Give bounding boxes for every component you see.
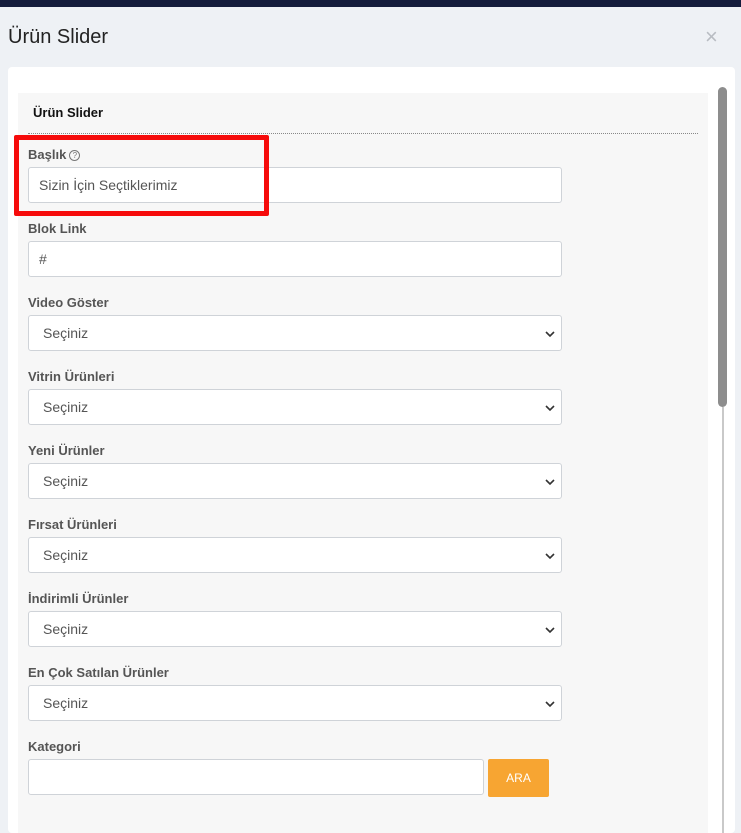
divider: [28, 133, 698, 134]
scrollbar-thumb[interactable]: [718, 87, 727, 407]
yeni-urunler-select[interactable]: Seçiniz: [28, 463, 562, 499]
yeni-urunler-label: Yeni Ürünler: [28, 443, 105, 458]
top-bar: [0, 0, 741, 7]
kategori-input[interactable]: [28, 759, 484, 795]
ara-button[interactable]: ARA: [488, 759, 549, 797]
indirimli-urunler-value: Seçiniz: [43, 621, 89, 637]
firsat-urunleri-label: Fırsat Ürünleri: [28, 517, 117, 532]
video-goster-label: Video Göster: [28, 295, 109, 310]
chevron-down-icon: [545, 612, 555, 646]
chevron-down-icon: [545, 464, 555, 498]
blok-link-input[interactable]: #: [28, 241, 562, 277]
indirimli-urunler-select[interactable]: Seçiniz: [28, 611, 562, 647]
firsat-urunleri-select[interactable]: Seçiniz: [28, 537, 562, 573]
section-title: Ürün Slider: [33, 105, 104, 120]
firsat-urunleri-value: Seçiniz: [43, 547, 89, 563]
en-cok-satilan-value: Seçiniz: [43, 695, 89, 711]
indirimli-urunler-label: İndirimli Ürünler: [28, 591, 129, 606]
vitrin-urunleri-label: Vitrin Ürünleri: [28, 369, 115, 384]
highlight-annotation: [14, 135, 269, 216]
chevron-down-icon: [545, 686, 555, 720]
yeni-urunler-value: Seçiniz: [43, 473, 89, 489]
video-goster-select[interactable]: Seçiniz: [28, 315, 562, 351]
chevron-down-icon: [545, 390, 555, 424]
blok-link-label: Blok Link: [28, 221, 87, 236]
close-icon[interactable]: ×: [705, 25, 718, 49]
modal-title: Ürün Slider: [8, 26, 109, 48]
video-goster-value: Seçiniz: [43, 325, 89, 341]
vitrin-urunleri-value: Seçiniz: [43, 399, 89, 415]
scrollbar-track: [722, 407, 724, 833]
chevron-down-icon: [545, 316, 555, 350]
en-cok-satilan-label: En Çok Satılan Ürünler: [28, 665, 169, 680]
chevron-down-icon: [545, 538, 555, 572]
kategori-label: Kategori: [28, 739, 81, 754]
vitrin-urunleri-select[interactable]: Seçiniz: [28, 389, 562, 425]
en-cok-satilan-select[interactable]: Seçiniz: [28, 685, 562, 721]
